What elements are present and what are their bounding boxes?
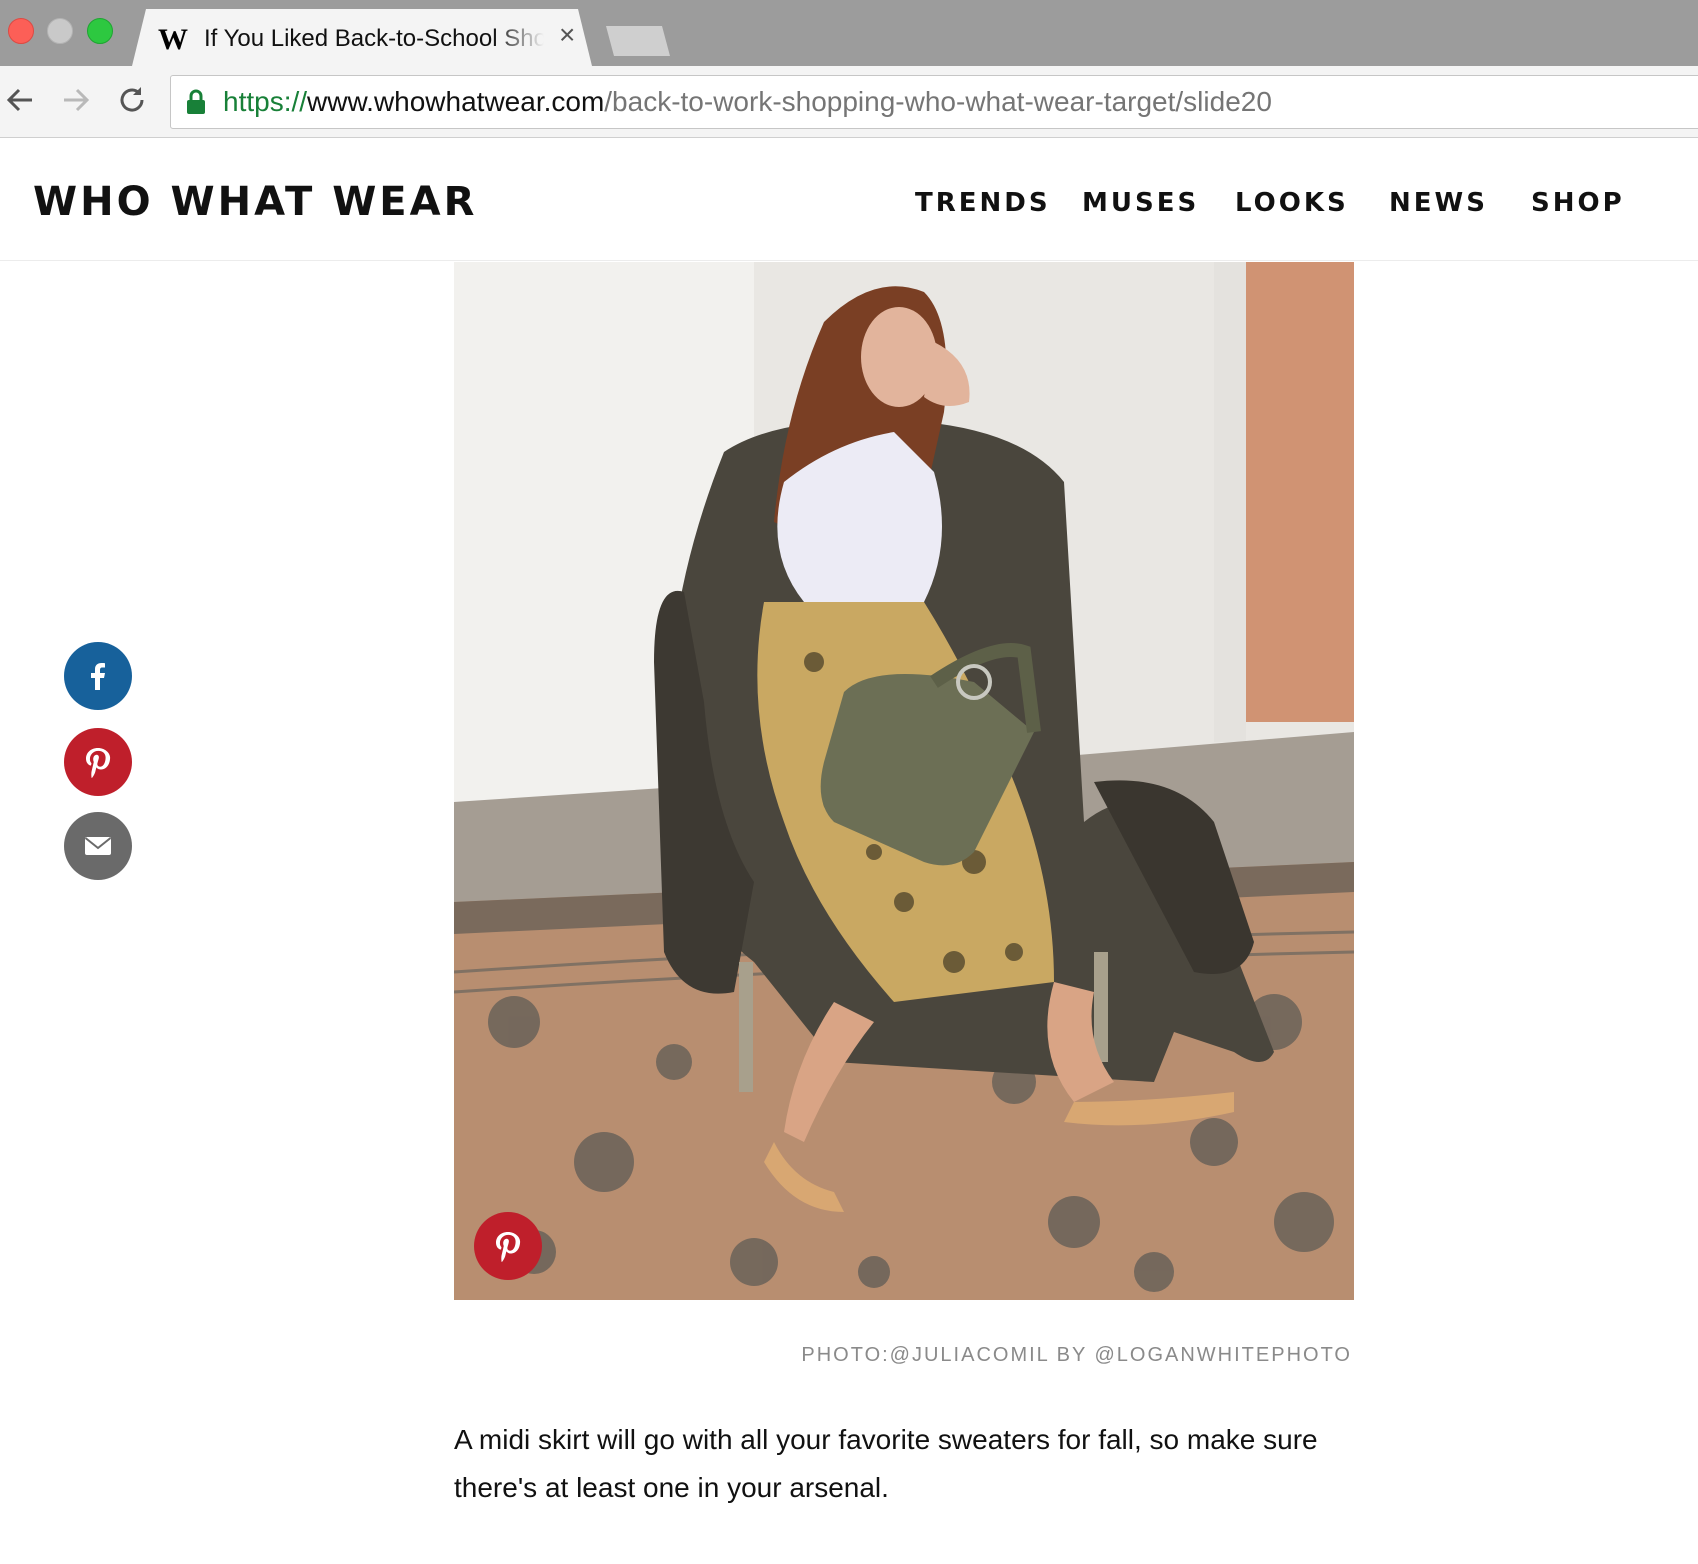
nav-trends[interactable]: TRENDS — [915, 188, 1051, 218]
photo-credit: PHOTO:@JULIACOMIL BY @LOGANWHITEPHOTO — [801, 1344, 1352, 1366]
maximize-window-button[interactable] — [87, 18, 113, 44]
lock-icon — [185, 89, 207, 115]
pinterest-share-button[interactable] — [64, 728, 132, 796]
minimize-window-button[interactable] — [47, 18, 73, 44]
forward-icon[interactable] — [58, 82, 94, 118]
tab-favicon-icon: W — [158, 23, 188, 56]
pinterest-icon — [86, 748, 111, 779]
url-path: /back-to-work-shopping-who-what-wear-tar… — [604, 86, 1272, 117]
url-scheme: https:// — [223, 86, 308, 117]
pinterest-icon — [496, 1232, 521, 1263]
photo-pinterest-button[interactable] — [474, 1212, 542, 1280]
reload-icon[interactable] — [114, 82, 150, 118]
new-tab-button[interactable] — [606, 26, 670, 56]
tab-close-icon[interactable]: × — [559, 21, 575, 49]
back-icon[interactable] — [2, 82, 38, 118]
close-window-button[interactable] — [8, 18, 34, 44]
browser-toolbar: https://www.whowhatwear.com/back-to-work… — [0, 66, 1698, 138]
tab-title: If You Liked Back-to-School Shopping — [204, 25, 544, 52]
article-photo — [454, 262, 1354, 1300]
site-header: WHO WHAT WEAR TRENDS MUSES LOOKS NEWS SH… — [0, 139, 1698, 261]
nav-muses[interactable]: MUSES — [1082, 188, 1199, 218]
nav-looks[interactable]: LOOKS — [1235, 188, 1349, 218]
article-body-text: A midi skirt will go with all your favor… — [454, 1424, 1318, 1503]
email-icon — [84, 837, 112, 855]
url-host: www.whowhatwear.com — [307, 86, 605, 117]
site-logo[interactable]: WHO WHAT WEAR — [33, 179, 477, 225]
address-bar[interactable]: https://www.whowhatwear.com/back-to-work… — [170, 75, 1698, 129]
browser-tab[interactable]: W If You Liked Back-to-School Shopping × — [132, 9, 592, 66]
url-text[interactable]: https://www.whowhatwear.com/back-to-work… — [223, 86, 1272, 118]
facebook-icon — [91, 663, 105, 690]
facebook-share-button[interactable] — [64, 642, 132, 710]
browser-titlebar: W If You Liked Back-to-School Shopping × — [0, 0, 1698, 66]
nav-news[interactable]: NEWS — [1389, 188, 1488, 218]
nav-shop[interactable]: SHOP — [1531, 188, 1625, 218]
email-share-button[interactable] — [64, 812, 132, 880]
